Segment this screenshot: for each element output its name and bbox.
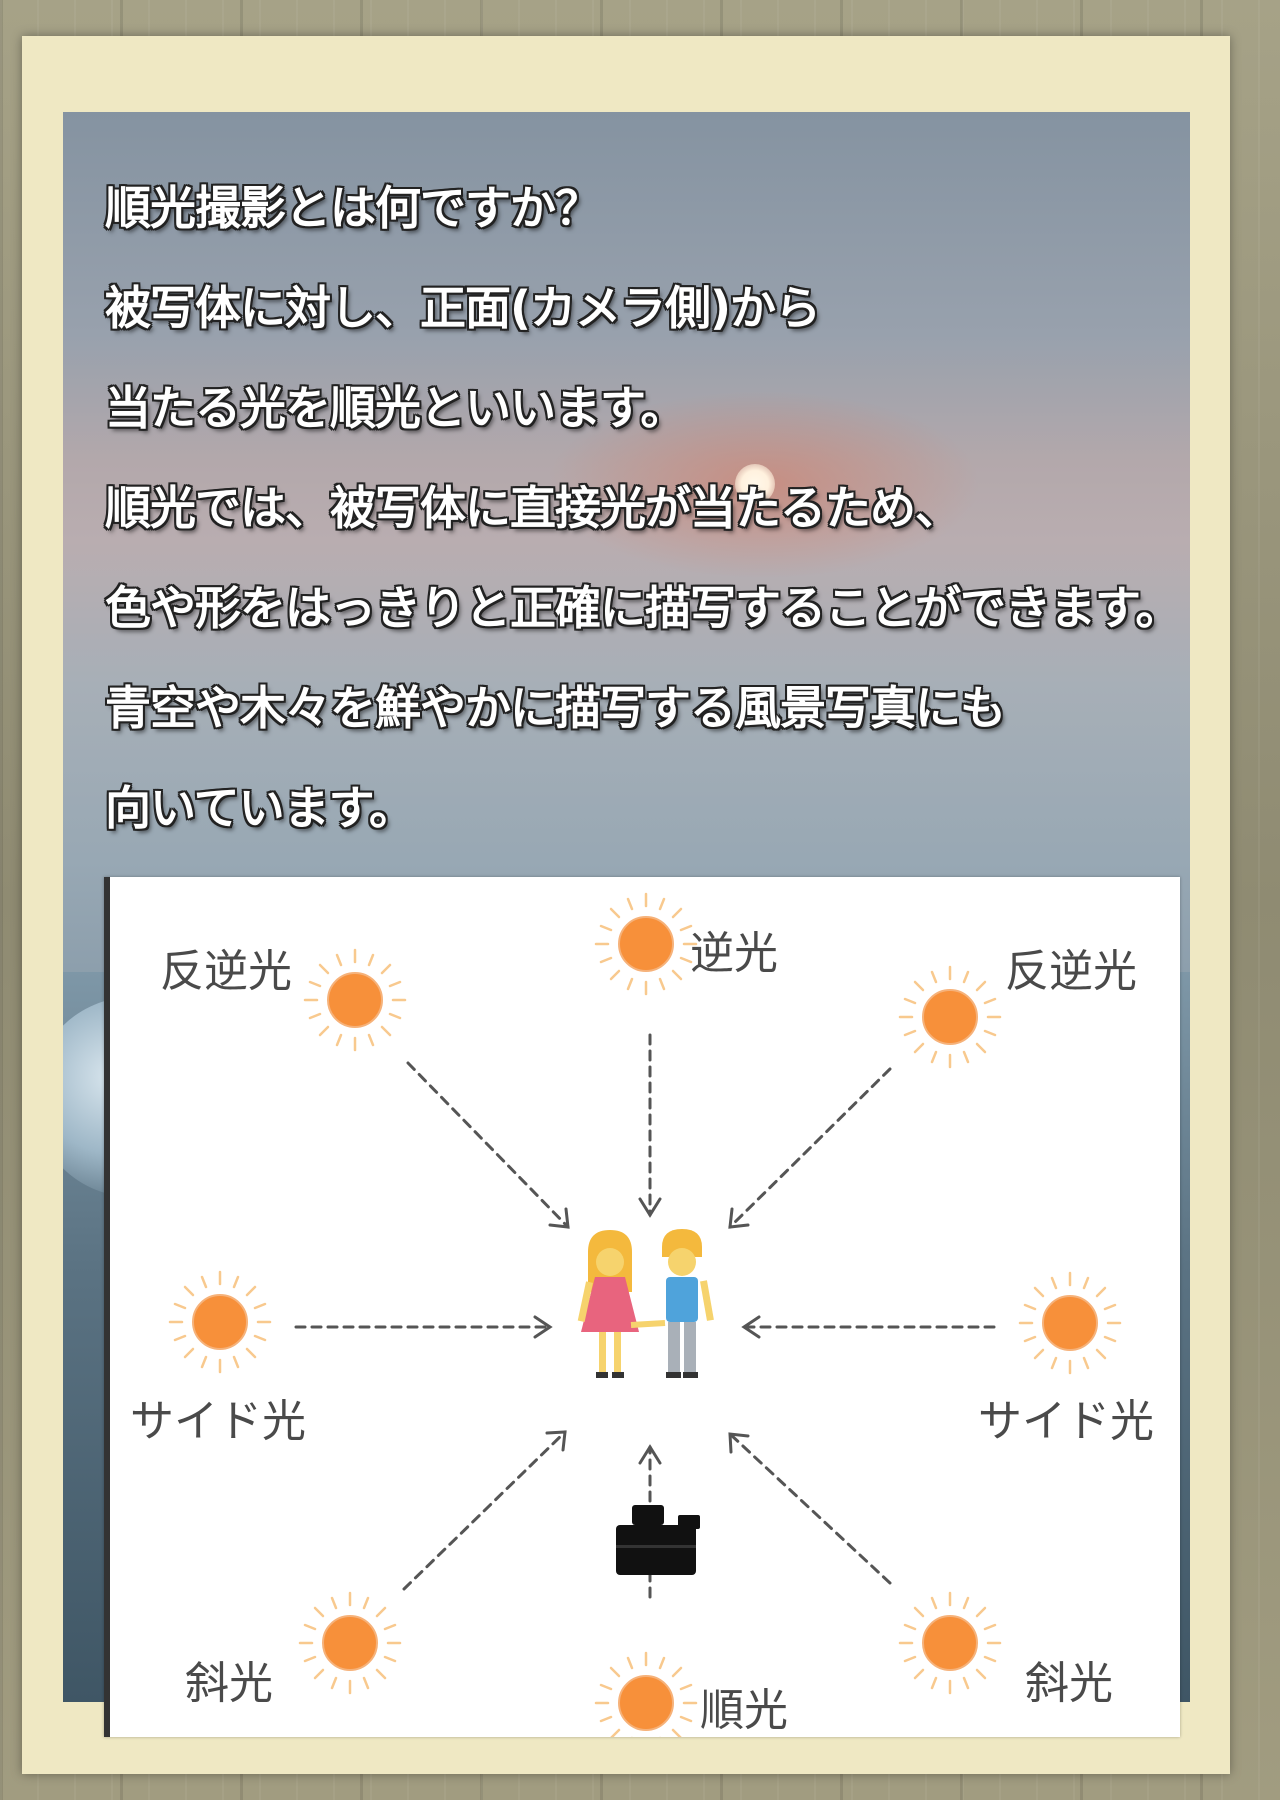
- arrow-rim-right: [728, 1067, 892, 1229]
- label-side-right: サイド光: [978, 1396, 1154, 1447]
- sun-icon-rim-left: [303, 948, 407, 1052]
- text-line-4: 順光では、被写体に直接光が当たるため、: [105, 481, 961, 535]
- sun-icon-front: [594, 1651, 698, 1737]
- sun-icon-side-right: [1018, 1271, 1122, 1375]
- label-oblique-left: 斜光: [185, 1658, 273, 1709]
- arrow-oblique-left: [402, 1430, 567, 1591]
- text-line-7: 向いています。: [105, 781, 415, 835]
- sun-icon-oblique-left: [298, 1591, 402, 1695]
- couple-icon: [577, 1229, 714, 1378]
- sun-icon-oblique-right: [898, 1591, 1002, 1695]
- text-line-2: 被写体に対し、正面(カメラ側)から: [105, 281, 821, 335]
- text-line-5: 色や形をはっきりと正確に描写することができます。: [105, 581, 1181, 635]
- text-line-3: 当たる光を順光といいます。: [105, 381, 686, 435]
- sun-icon-back: [594, 892, 698, 996]
- lighting-diagram: 逆光 反逆光 反逆光 サイド光 サイド光 斜光 斜光 順光: [104, 877, 1180, 1737]
- arrow-oblique-right: [728, 1432, 892, 1585]
- camera-icon: [616, 1505, 700, 1575]
- label-oblique-right: 斜光: [1025, 1658, 1113, 1709]
- text-line-1: 順光撮影とは何ですか？: [105, 181, 601, 235]
- text-line-6: 青空や木々を鮮やかに描写する風景写真にも: [105, 681, 1006, 735]
- label-back-light: 逆光: [690, 928, 778, 979]
- label-side-left: サイド光: [130, 1396, 306, 1447]
- label-front-light: 順光: [700, 1685, 788, 1736]
- label-rim-left: 反逆光: [160, 946, 292, 997]
- sun-icon-rim-right: [898, 965, 1002, 1069]
- label-rim-right: 反逆光: [1005, 946, 1137, 997]
- lighting-diagram-svg: [168, 892, 1122, 1737]
- sun-icon-side-left: [168, 1270, 272, 1374]
- arrow-rim-left: [406, 1061, 570, 1229]
